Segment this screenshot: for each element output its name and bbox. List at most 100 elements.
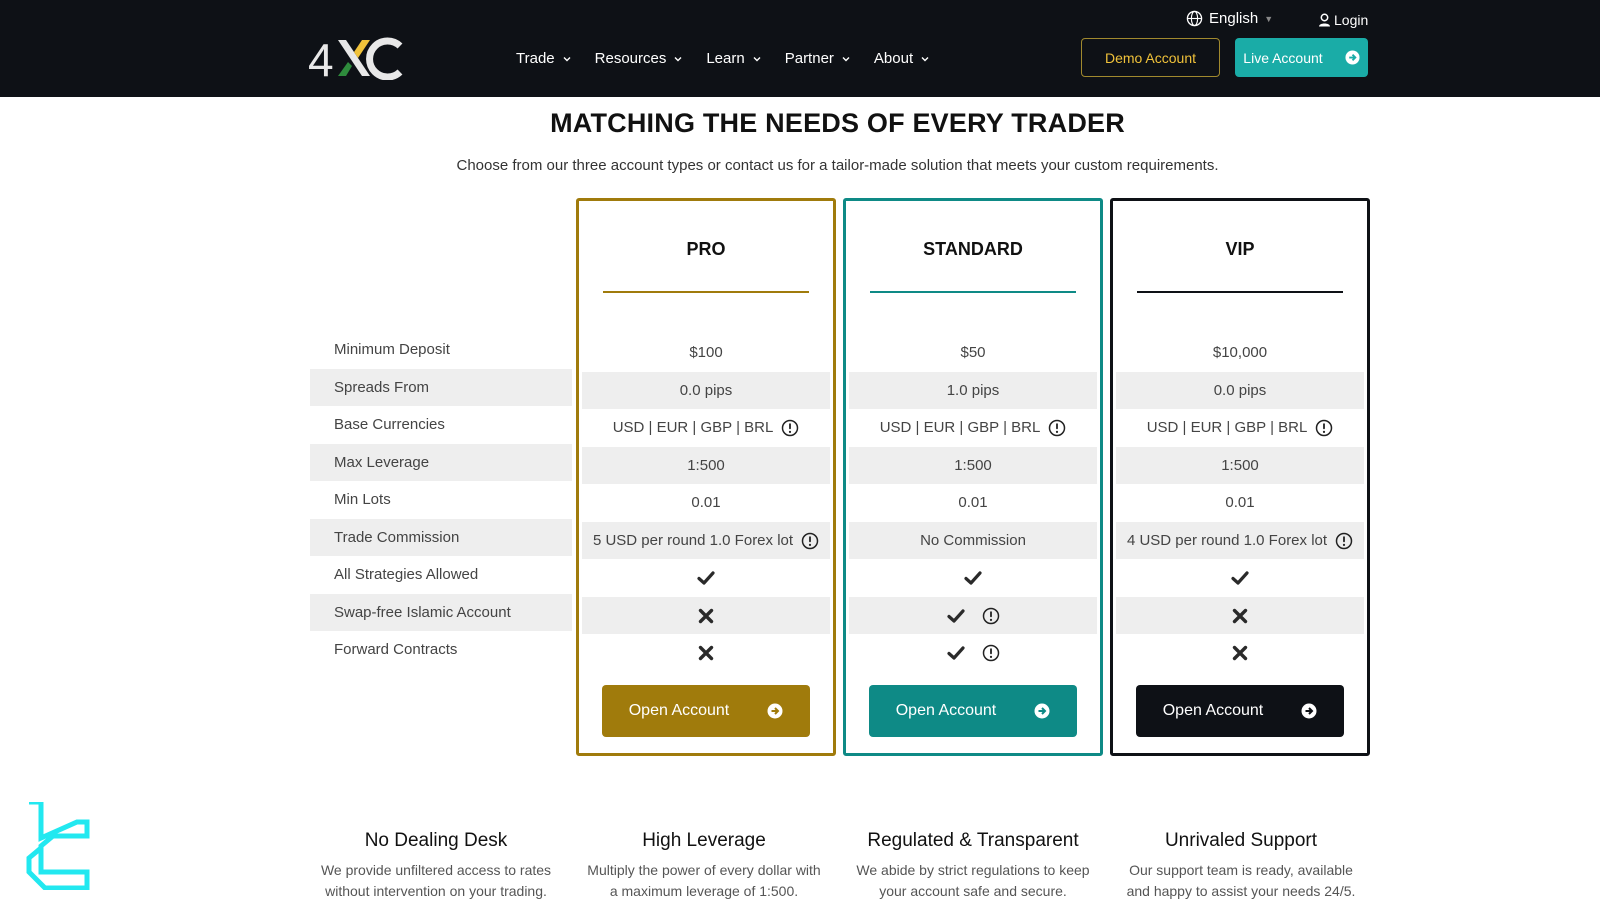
info-icon[interactable]	[781, 419, 799, 437]
cell-value: USD | EUR | GBP | BRL	[1146, 419, 1308, 436]
cell-forward-contracts	[1116, 634, 1364, 671]
cell-value: $100	[689, 344, 723, 361]
cell-min-lots: 0.01	[1116, 484, 1364, 521]
info-icon[interactable]	[1048, 419, 1066, 437]
row-label-all-strategies: All Strategies Allowed	[334, 566, 479, 583]
chevron-down-icon	[753, 56, 761, 61]
nav-resources[interactable]: Resources	[595, 50, 683, 67]
info-icon[interactable]	[1315, 419, 1333, 437]
cell-swap-free	[1116, 597, 1364, 634]
plan-divider	[870, 291, 1076, 293]
login-link[interactable]: Login	[1318, 12, 1368, 28]
open-account-label: Open Account	[895, 702, 997, 719]
feature-no-dealing-desk: No Dealing Desk We provide unfiltered ac…	[306, 830, 566, 902]
live-account-button[interactable]: Live Account	[1235, 38, 1368, 77]
info-icon[interactable]	[982, 607, 1000, 625]
cell-min-lots: 0.01	[849, 484, 1097, 521]
arrow-circle-right-icon	[767, 703, 783, 719]
chevron-down-icon	[674, 56, 682, 61]
info-icon[interactable]	[982, 644, 1000, 662]
demo-account-label: Demo Account	[1104, 49, 1197, 66]
open-account-button-standard[interactable]: Open Account	[869, 685, 1077, 737]
svg-text:4: 4	[308, 36, 333, 80]
feature-support: Unrivaled Support Our support team is re…	[1111, 830, 1371, 902]
open-account-label: Open Account	[1162, 702, 1264, 719]
cell-spreads-from: 0.0 pips	[582, 372, 830, 409]
plan-divider	[1137, 291, 1343, 293]
plan-name: VIP	[1225, 239, 1255, 259]
row-label-swap-free: Swap-free Islamic Account	[310, 594, 572, 631]
cell-value: 1:500	[954, 457, 992, 474]
cell-value: 1.0 pips	[946, 382, 1000, 399]
cell-value: 4 USD per round 1.0 Forex lot	[1126, 532, 1328, 549]
cell-trade-commission: 4 USD per round 1.0 Forex lot	[1116, 522, 1364, 559]
nav-about[interactable]: About	[874, 50, 929, 67]
nav-label: About	[873, 50, 914, 67]
nav-trade[interactable]: Trade	[516, 50, 571, 67]
plan-name: STANDARD	[923, 239, 1023, 259]
login-label: Login	[1334, 12, 1369, 28]
nav-label: Learn	[706, 50, 745, 67]
info-icon[interactable]	[801, 532, 819, 550]
cell-value: USD | EUR | GBP | BRL	[879, 419, 1041, 436]
feature-text: Multiply the power of every dollar with …	[587, 862, 821, 899]
chevron-down-icon	[563, 56, 571, 61]
globe-icon	[1186, 10, 1203, 27]
arrow-circle-right-icon	[1034, 703, 1050, 719]
feature-text: We abide by strict regulations to keep y…	[856, 862, 1090, 899]
language-label: English	[1209, 10, 1259, 27]
cell-value: 0.01	[958, 494, 988, 511]
caret-down-icon: ▼	[1264, 13, 1274, 24]
cell-value: USD | EUR | GBP | BRL	[612, 419, 774, 436]
nav-learn[interactable]: Learn	[706, 50, 761, 67]
demo-account-button[interactable]: Demo Account	[1081, 38, 1220, 77]
cross-icon	[698, 608, 714, 623]
nav-label: Partner	[784, 50, 834, 67]
arrow-circle-right-icon	[1345, 50, 1360, 65]
cell-value: 1:500	[1221, 457, 1259, 474]
plan-card-pro: PRO $100 0.0 pips USD | EUR | GBP | BRL 1:5…	[576, 198, 836, 756]
row-label-min-lots: Min Lots	[334, 491, 391, 508]
row-label-forward-contracts: Forward Contracts	[334, 641, 458, 658]
check-icon	[964, 570, 982, 585]
cross-icon	[698, 645, 714, 660]
nav-label: Resources	[594, 50, 667, 67]
cell-min-lots: 0.01	[582, 484, 830, 521]
cell-forward-contracts	[849, 634, 1097, 671]
feature-title: Regulated & Transparent	[867, 830, 1079, 851]
cell-max-leverage: 1:500	[1116, 447, 1364, 484]
cell-value: 5 USD per round 1.0 Forex lot	[592, 532, 794, 549]
cell-max-leverage: 1:500	[582, 447, 830, 484]
chevron-down-icon	[921, 56, 929, 61]
cell-all-strategies	[1116, 559, 1364, 596]
4xc-logo[interactable]: 4	[308, 36, 404, 80]
language-selector[interactable]: English ▼	[1186, 10, 1273, 27]
cell-value: $50	[960, 344, 986, 361]
open-account-button-pro[interactable]: Open Account	[602, 685, 810, 737]
open-account-label: Open Account	[628, 702, 730, 719]
cell-value: 0.0 pips	[679, 382, 733, 399]
site-header: 4 Trade Resources Learn Partner About En…	[0, 0, 1600, 97]
live-account-label: Live Account	[1243, 49, 1323, 66]
feature-text: Our support team is ready, available and…	[1126, 862, 1356, 899]
row-label-minimum-deposit: Minimum Deposit	[334, 341, 450, 358]
cell-spreads-from: 0.0 pips	[1116, 372, 1364, 409]
cell-trade-commission: 5 USD per round 1.0 Forex lot	[582, 522, 830, 559]
cell-minimum-deposit: $100	[582, 334, 830, 371]
cell-value: 0.0 pips	[1213, 382, 1267, 399]
row-label-base-currencies: Base Currencies	[334, 416, 445, 433]
plan-divider	[603, 291, 809, 293]
info-icon[interactable]	[1335, 532, 1353, 550]
nav-partner[interactable]: Partner	[785, 50, 850, 67]
row-label-trade-commission: Trade Commission	[310, 519, 572, 556]
feature-title: Unrivaled Support	[1164, 830, 1318, 851]
feature-high-leverage: High Leverage Multiply the power of ever…	[574, 830, 834, 902]
user-icon	[1319, 13, 1330, 27]
cell-max-leverage: 1:500	[849, 447, 1097, 484]
plan-name: PRO	[686, 239, 726, 259]
open-account-button-vip[interactable]: Open Account	[1136, 685, 1344, 737]
feature-title: High Leverage	[642, 830, 766, 851]
cell-base-currencies: USD | EUR | GBP | BRL	[582, 409, 830, 446]
cell-swap-free	[849, 597, 1097, 634]
cell-minimum-deposit: $50	[849, 334, 1097, 371]
